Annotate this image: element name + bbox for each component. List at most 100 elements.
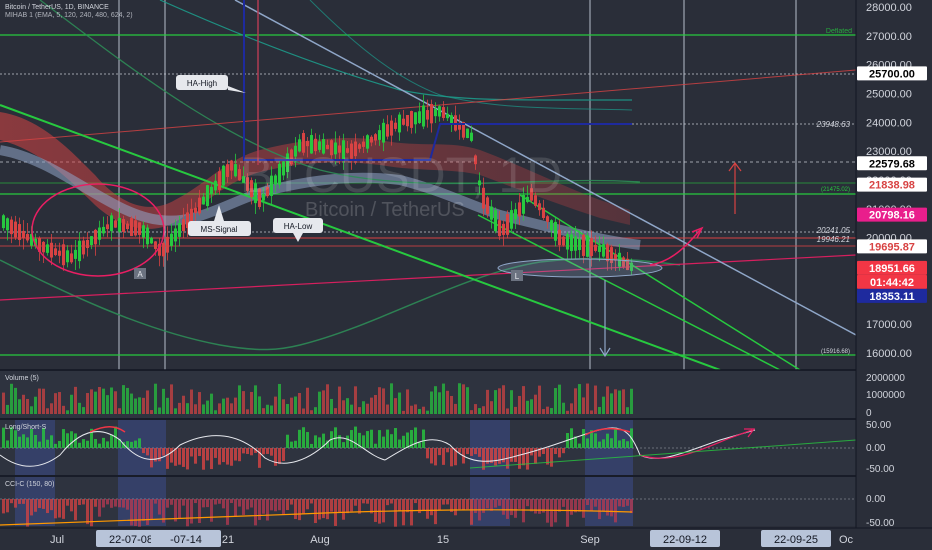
level-21475-label: (21475.02) [821,187,850,193]
long-short-bar [606,433,609,448]
volume-bar [398,392,401,414]
cci-bar [466,499,469,510]
cci-bar [134,499,137,526]
cci-bar [266,499,269,521]
marker-l[interactable]: L [511,270,523,281]
volume-bar [550,408,553,414]
cci-bar [606,499,609,516]
svg-text:25700.00: 25700.00 [869,68,915,80]
volume-bar [418,409,421,414]
cci-bar [598,499,601,520]
long-short-bar [418,442,421,448]
cci-bar [294,499,297,520]
cci-bar [366,499,369,504]
cci-bar [462,499,465,510]
long-short-bar [294,440,297,448]
long-short-bar [438,448,441,456]
long-short-bar [210,448,213,470]
volume-bar [530,399,533,414]
cci-bar [154,499,157,504]
svg-text:21: 21 [222,534,234,546]
volume-bar [138,397,141,414]
long-short-bar [54,443,57,448]
cci-bar [346,499,349,514]
volume-bar [370,397,373,414]
long-short-bar [318,437,321,448]
volume-bar [158,407,161,414]
volume-bar [258,396,261,414]
long-short-pane[interactable]: Long/Short-S [0,420,857,475]
volume-bar [226,397,229,414]
long-short-bar [314,435,317,448]
volume-bar [198,392,201,414]
long-short-bar [390,434,393,448]
volume-bar [482,406,485,414]
cci-pane[interactable]: CCI-C (150, 80) [0,477,856,527]
candle [130,216,133,237]
cci-bar [42,499,45,509]
long-short-bar [398,439,401,448]
volume-bar [170,384,173,414]
volume-bar [538,385,541,414]
trading-chart[interactable]: BTCUSDT, 1D Bitcoin / TetherUS Bitcoin /… [0,0,932,550]
cci-bar [158,499,161,515]
cci-bar [250,499,253,508]
cci-bar [6,499,9,513]
cci-bar [498,499,501,506]
long-short-bar [618,440,621,448]
volume-bar [14,387,17,414]
long-short-bar [242,448,245,454]
long-short-bar [270,448,273,456]
cci-bar [434,499,437,525]
volume-bar [594,385,597,414]
volume-pane[interactable]: Volume (5) [0,371,856,418]
long-short-bar [250,448,253,456]
volume-bar [514,406,517,414]
volume-bar [338,386,341,414]
volume-bar [578,384,581,414]
long-short-bar [218,448,221,465]
cci-bar [62,499,65,519]
volume-bar [58,392,61,414]
cci-bar [282,499,285,515]
chart-title: Bitcoin / TetherUS, 1D, BINANCE [5,4,109,11]
cci-bar [286,499,289,511]
volume-bar [526,400,529,414]
level-23948-label: 23948.63 [816,120,851,129]
volume-bar [346,398,349,414]
volume-bar [342,400,345,414]
price-axis[interactable]: 28000.0027000.0026000.0025000.0024000.00… [855,0,932,550]
marker-a-label: A [137,270,143,279]
volume-bar [290,397,293,414]
long-short-bar [190,448,193,457]
long-short-bar [46,439,49,448]
cci-bar [26,499,29,527]
price-badge: 18353.11 [857,288,927,303]
volume-bar [466,387,469,414]
candle [150,236,153,245]
time-label: Jul [50,534,64,546]
volume-bar [218,403,221,414]
long-short-bar [518,448,521,469]
volume-bar [266,404,269,414]
marker-a[interactable]: A [134,268,146,279]
cci-bar [226,499,229,525]
long-short-bar [30,429,33,448]
volume-bar [102,388,105,414]
long-short-bar [586,438,589,448]
volume-bar [378,387,381,414]
volume-tick-zero: 0 [866,408,872,419]
volume-bar [334,408,337,414]
volume-bar [274,396,277,414]
volume-bar [310,410,313,414]
time-axis[interactable]: Jul 22-07-08 -07-14 21 Aug 15 Sep 22-09-12 22-09… [0,527,932,550]
long-short-bar [82,439,85,448]
long-short-bar [622,438,625,448]
volume-bar [362,401,365,414]
cci-bar [262,499,265,514]
long-short-bar [138,438,141,448]
cci-bar [202,499,205,508]
cci-bar [122,499,125,508]
volume-bar [234,397,237,414]
volume-bar [510,390,513,414]
